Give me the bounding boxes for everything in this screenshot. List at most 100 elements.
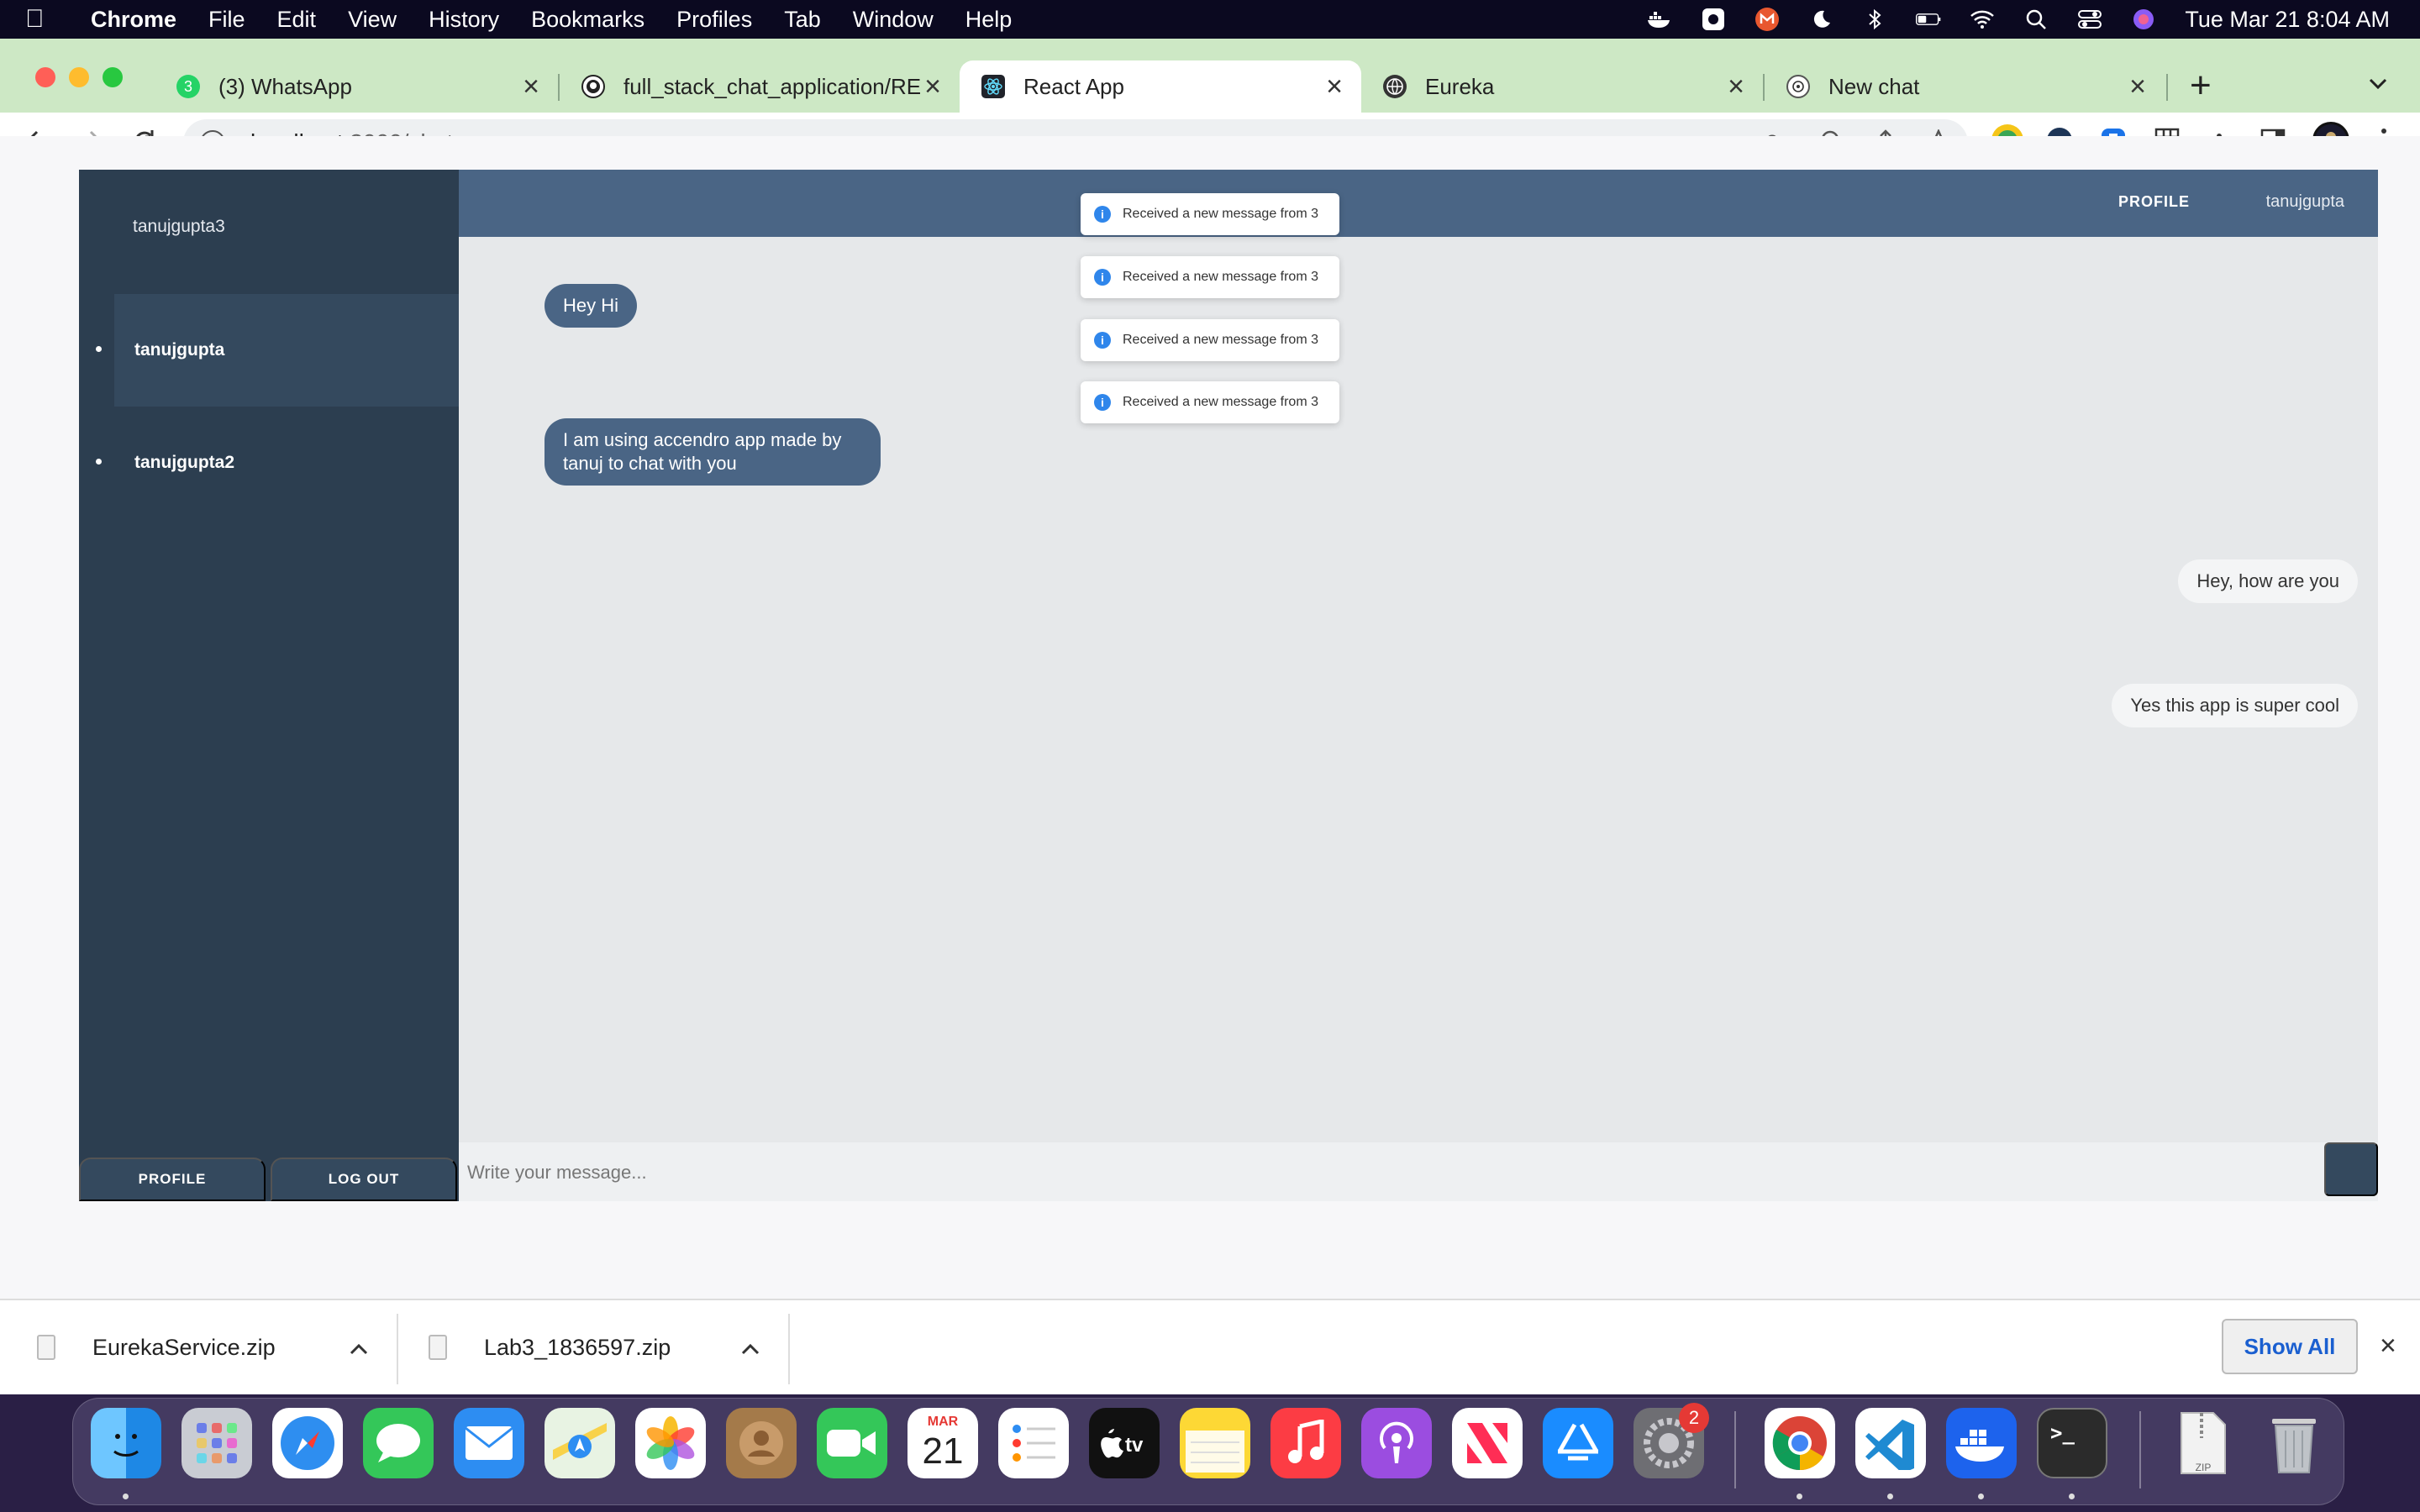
info-icon: i [1094, 269, 1111, 286]
notes-icon[interactable] [1180, 1408, 1250, 1478]
close-icon[interactable]: × [2129, 72, 2146, 101]
running-indicator [1797, 1494, 1802, 1499]
toast-notification[interactable]: i Received a new message from 3 [1081, 256, 1339, 298]
message-outgoing: Hey, how are you [2178, 559, 2358, 603]
tab-title: React App [1023, 73, 1124, 99]
tab-github[interactable]: full_stack_chat_application/RE × [560, 60, 960, 113]
window-close-button[interactable] [35, 67, 55, 87]
logout-button[interactable]: LOG OUT [271, 1158, 457, 1201]
message-input[interactable] [467, 1158, 2291, 1188]
tab-whatsapp[interactable]: 3 (3) WhatsApp × [155, 60, 558, 113]
terminal-prompt: >_ [2050, 1421, 2075, 1445]
menu-window[interactable]: Window [853, 7, 934, 33]
menu-tab[interactable]: Tab [784, 7, 821, 33]
close-icon[interactable]: × [1326, 72, 1343, 101]
chevron-up-icon[interactable] [741, 1335, 760, 1361]
chat-panel: PROFILE tanujgupta Hey Hi I am using acc… [459, 170, 2378, 1201]
close-downloads-icon[interactable]: × [2380, 1329, 2396, 1362]
chrome-icon[interactable] [1765, 1408, 1835, 1478]
menu-bookmarks[interactable]: Bookmarks [531, 7, 644, 33]
terminal-icon[interactable]: >_ [2037, 1408, 2107, 1478]
toast-notification[interactable]: i Received a new message from 3 [1081, 193, 1339, 235]
menu-profiles[interactable]: Profiles [676, 7, 752, 33]
list-bullet [96, 459, 102, 465]
download-item[interactable]: EurekaService.zip [37, 1300, 373, 1394]
chatgpt-icon [1786, 75, 1810, 98]
contacts-icon[interactable] [726, 1408, 797, 1478]
chat-header: PROFILE tanujgupta [459, 170, 2378, 237]
close-icon[interactable]: × [1728, 72, 1744, 101]
contact-item-tanujgupta2[interactable]: tanujgupta2 [96, 407, 459, 519]
meetings-tray-icon[interactable] [1754, 7, 1780, 32]
screen-capture-tray-icon[interactable] [1701, 7, 1726, 32]
menu-help[interactable]: Help [965, 7, 1013, 33]
menu-app-name[interactable]: Chrome [91, 7, 176, 33]
downloads-stack-zip-icon[interactable]: ZIP [2168, 1408, 2238, 1478]
maps-icon[interactable] [544, 1408, 615, 1478]
trash-icon[interactable] [2259, 1408, 2329, 1478]
docker-tray-icon[interactable] [1647, 7, 1672, 32]
toast-text: Received a new message from 3 [1123, 207, 1318, 221]
tab-separator [2166, 74, 2168, 101]
news-icon[interactable] [1452, 1408, 1523, 1478]
reminders-icon[interactable] [998, 1408, 1069, 1478]
window-minimize-button[interactable] [69, 67, 89, 87]
header-username: tanujgupta [2265, 192, 2344, 211]
tab-search-chevron-icon[interactable] [2368, 71, 2388, 97]
contact-item-tanujgupta[interactable]: tanujgupta [96, 294, 459, 407]
toast-notification[interactable]: i Received a new message from 3 [1081, 381, 1339, 423]
wifi-icon[interactable] [1970, 7, 1995, 32]
messages-icon[interactable] [363, 1408, 434, 1478]
whatsapp-icon: 3 [176, 75, 200, 98]
show-all-downloads-button[interactable]: Show All [2222, 1319, 2358, 1374]
app-store-icon[interactable] [1543, 1408, 1613, 1478]
calendar-icon[interactable]: MAR 21 [908, 1408, 978, 1478]
moon-icon[interactable] [1808, 7, 1833, 32]
control-center-icon[interactable] [2077, 7, 2102, 32]
header-profile-link[interactable]: PROFILE [2118, 193, 2190, 211]
window-zoom-button[interactable] [103, 67, 123, 87]
downloads-bar: EurekaService.zip Lab3_1836597.zip Show … [0, 1299, 2420, 1394]
download-separator [397, 1314, 398, 1384]
battery-icon[interactable] [1916, 7, 1941, 32]
send-button[interactable] [2324, 1142, 2378, 1196]
info-icon: i [1094, 394, 1111, 411]
safari-icon[interactable] [272, 1408, 343, 1478]
music-icon[interactable] [1270, 1408, 1341, 1478]
siri-icon[interactable] [2131, 7, 2156, 32]
macos-menubar:  Chrome File Edit View History Bookmark… [0, 0, 2420, 39]
spotlight-search-icon[interactable] [2023, 7, 2049, 32]
menu-view[interactable]: View [348, 7, 397, 33]
chevron-up-icon[interactable] [350, 1335, 368, 1361]
menubar-clock[interactable]: Tue Mar 21 8:04 AM [2185, 7, 2390, 33]
new-tab-plus-icon[interactable]: + [2190, 67, 2212, 104]
menu-file[interactable]: File [208, 7, 245, 33]
launchpad-icon[interactable] [182, 1408, 252, 1478]
close-icon[interactable]: × [523, 72, 539, 101]
tab-react-app[interactable]: React App × [960, 60, 1361, 113]
react-icon [981, 75, 1005, 98]
menu-edit[interactable]: Edit [277, 7, 317, 33]
profile-button[interactable]: PROFILE [79, 1158, 266, 1201]
info-icon: i [1094, 332, 1111, 349]
podcasts-icon[interactable] [1361, 1408, 1432, 1478]
tab-title: Eureka [1425, 73, 1495, 99]
docker-icon[interactable] [1946, 1408, 2017, 1478]
close-icon[interactable]: × [924, 72, 941, 101]
menu-history[interactable]: History [429, 7, 499, 33]
calendar-day: 21 [922, 1431, 964, 1472]
photos-icon[interactable] [635, 1408, 706, 1478]
facetime-icon[interactable] [817, 1408, 887, 1478]
vscode-icon[interactable] [1855, 1408, 1926, 1478]
zip-label: ZIP [2195, 1462, 2212, 1473]
apple-icon[interactable]:  [25, 6, 49, 33]
toast-notification[interactable]: i Received a new message from 3 [1081, 319, 1339, 361]
bluetooth-icon[interactable] [1862, 7, 1887, 32]
mail-icon[interactable] [454, 1408, 524, 1478]
tab-eureka[interactable]: Eureka × [1361, 60, 1763, 113]
tab-new-chat[interactable]: New chat × [1765, 60, 2165, 113]
download-item[interactable]: Lab3_1836597.zip [429, 1300, 765, 1394]
finder-icon[interactable] [91, 1408, 161, 1478]
message-composer [459, 1142, 2378, 1201]
apple-tv-icon[interactable]: tv [1089, 1408, 1160, 1478]
